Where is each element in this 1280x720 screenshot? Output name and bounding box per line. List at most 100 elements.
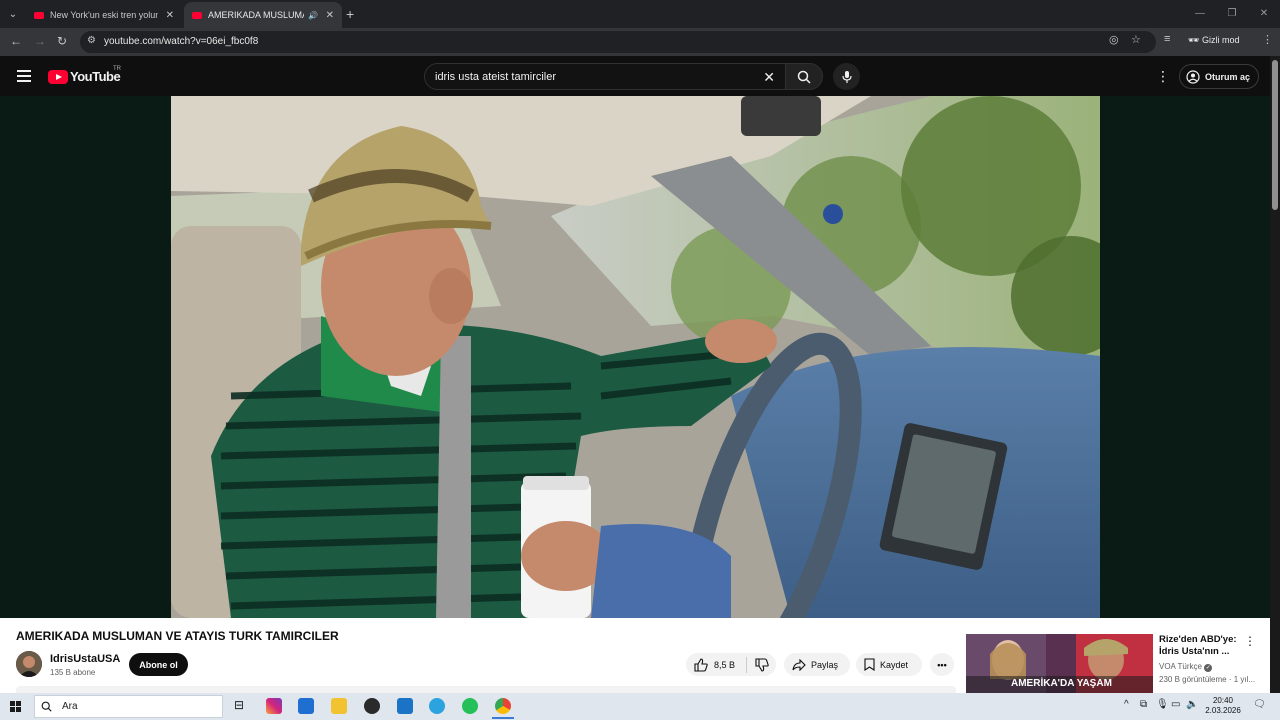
telegram-icon[interactable] (429, 698, 445, 714)
new-tab-button[interactable]: + (346, 6, 354, 22)
thumbs-up-icon (694, 657, 708, 672)
dislike-button[interactable] (747, 657, 769, 672)
minimize-button[interactable]: — (1184, 0, 1216, 28)
share-label: Paylaş (811, 659, 839, 670)
recommendation-thumbnail[interactable]: AMERİKA'DA YAŞAM (966, 634, 1153, 693)
tray-expand-icon[interactable]: ^ (1124, 699, 1129, 710)
more-actions-button[interactable]: ••• (930, 653, 954, 676)
tray-volume-icon[interactable]: 🔈 (1186, 699, 1198, 710)
tab-inactive[interactable]: New York'un eski tren yolunda ✕ (26, 2, 182, 28)
taskbar-search[interactable]: Ara (34, 695, 223, 718)
outlook-icon[interactable] (298, 698, 314, 714)
media-controls-icon[interactable]: ≡ (1164, 33, 1170, 45)
share-button[interactable]: Paylaş (784, 653, 850, 676)
page-scrollbar[interactable] (1270, 56, 1280, 693)
bookmark-star-icon[interactable]: ☆ (1131, 33, 1141, 46)
subscriber-count: 135 B abone (50, 668, 96, 677)
tab-search-icon[interactable]: ⌄ (4, 5, 22, 23)
url-text: youtube.com/watch?v=06ei_fbc0f8 (104, 36, 259, 47)
recommendation-meta: 230 B görüntüleme · 1 yıl... (1159, 675, 1256, 684)
youtube-favicon-icon (192, 11, 202, 19)
settings-more-icon[interactable]: ⋮ (1156, 68, 1170, 85)
address-bar[interactable]: ⚙ youtube.com/watch?v=06ei_fbc0f8 (80, 31, 1156, 53)
windows-taskbar: Ara ⊟ ^ ⧉ 🎙 ▭ 🔈 20:40 2.03.2026 🗨 (0, 693, 1280, 720)
file-explorer-icon[interactable] (331, 698, 347, 714)
video-info-panel: AMERIKADA MUSLUMAN VE ATAYIS TURK TAMIRC… (0, 618, 1270, 693)
youtube-play-icon (48, 69, 68, 84)
search-icon (797, 70, 811, 84)
thumbs-down-icon (755, 657, 769, 672)
region-code: TR (113, 66, 121, 72)
incognito-indicator[interactable]: 🕶 Gizli mod (1188, 35, 1239, 46)
thumbnail-caption: AMERİKA'DA YAŞAM (1011, 678, 1112, 689)
channel-avatar[interactable] (16, 651, 42, 677)
task-view-icon[interactable]: ⊟ (234, 698, 244, 712)
youtube-logo[interactable]: YouTube TR (48, 66, 121, 84)
restore-button[interactable]: ❐ (1216, 0, 1248, 28)
site-info-icon[interactable]: ⚙ (87, 35, 96, 46)
save-button[interactable]: Kaydet (856, 653, 922, 676)
tray-app-icon[interactable]: ⧉ (1140, 699, 1147, 710)
voice-search-button[interactable] (833, 63, 860, 90)
speaker-icon[interactable]: 🔊 (308, 11, 318, 20)
app-icon[interactable] (364, 698, 380, 714)
close-window-button[interactable]: ✕ (1248, 0, 1280, 28)
recommendation-title[interactable]: Rize'den ABD'ye: İdris Usta'nın ... (1159, 634, 1249, 658)
incognito-icon: 🕶 (1188, 35, 1200, 45)
save-label: Kaydet (880, 659, 909, 670)
tray-network-icon[interactable]: ▭ (1171, 699, 1180, 710)
tab-active[interactable]: AMERIKADA MUSLUMAN V 🔊 ✕ (184, 2, 342, 28)
more-horizontal-icon: ••• (937, 659, 947, 670)
recommendation-channel[interactable]: VOA Türkçe ✓ (1159, 662, 1213, 672)
tab-close-icon[interactable]: ✕ (326, 10, 334, 21)
signin-label: Oturum aç (1205, 71, 1251, 82)
reload-icon[interactable]: ↻ (57, 34, 67, 48)
search-icon (41, 701, 52, 712)
video-title: AMERIKADA MUSLUMAN VE ATAYIS TURK TAMIRC… (16, 629, 339, 643)
tab-title: AMERIKADA MUSLUMAN V (208, 10, 304, 20)
clear-search-icon[interactable]: ✕ (763, 69, 775, 86)
tray-mic-icon[interactable]: 🎙 (1156, 699, 1169, 710)
incognito-label: Gizli mod (1201, 35, 1240, 45)
clock-time: 20:40 (1212, 696, 1234, 705)
youtube-header: YouTube TR idris usta ateist tamirciler … (0, 56, 1270, 96)
forward-icon[interactable]: → (34, 34, 46, 48)
browser-toolbar: ← → ↻ ⚙ youtube.com/watch?v=06ei_fbc0f8 … (0, 28, 1280, 56)
windows-start-icon[interactable] (10, 701, 21, 712)
recommendation-menu-icon[interactable]: ⋮ (1244, 634, 1256, 648)
subscribe-button[interactable]: Abone ol (129, 653, 188, 676)
signin-button[interactable]: Oturum aç (1179, 64, 1259, 89)
channel-name[interactable]: IdrisUstaUSA (50, 653, 120, 665)
search-input[interactable]: idris usta ateist tamirciler ✕ (424, 63, 786, 90)
like-count: 8,5 B (714, 659, 736, 670)
avatar-image (16, 651, 42, 677)
taskbar-clock[interactable]: 20:40 2.03.2026 (1200, 696, 1246, 716)
window-controls: — ❐ ✕ (1184, 0, 1280, 28)
like-dislike-group: 8,5 B (686, 653, 776, 676)
instagram-icon[interactable] (266, 698, 282, 714)
whatsapp-icon[interactable] (462, 698, 478, 714)
trello-icon[interactable] (397, 698, 413, 714)
video-player[interactable] (0, 96, 1270, 618)
description-box[interactable] (16, 686, 956, 693)
account-icon (1186, 69, 1200, 84)
back-icon[interactable]: ← (10, 34, 22, 48)
youtube-favicon-icon (34, 11, 44, 19)
scrollbar-thumb[interactable] (1272, 60, 1278, 210)
notification-icon[interactable]: 🗨 (1253, 699, 1266, 710)
browser-tab-strip: ⌄ New York'un eski tren yolunda ✕ AMERIK… (0, 0, 1280, 28)
verified-icon: ✓ (1204, 664, 1213, 672)
bookmark-icon (864, 658, 875, 671)
like-button[interactable]: 8,5 B (686, 657, 746, 672)
eye-off-icon[interactable]: ◎ (1109, 33, 1119, 46)
search-query: idris usta ateist tamirciler (435, 71, 557, 83)
tab-close-icon[interactable]: ✕ (166, 10, 174, 21)
share-icon (792, 658, 806, 671)
browser-menu-icon[interactable]: ⋮ (1262, 33, 1273, 46)
chrome-icon[interactable] (492, 698, 514, 719)
menu-icon[interactable] (17, 70, 31, 82)
search-button[interactable] (785, 63, 823, 90)
recommendation-channel-name: VOA Türkçe (1159, 662, 1202, 671)
video-frame[interactable] (171, 96, 1100, 618)
clock-date: 2.03.2026 (1205, 706, 1241, 715)
